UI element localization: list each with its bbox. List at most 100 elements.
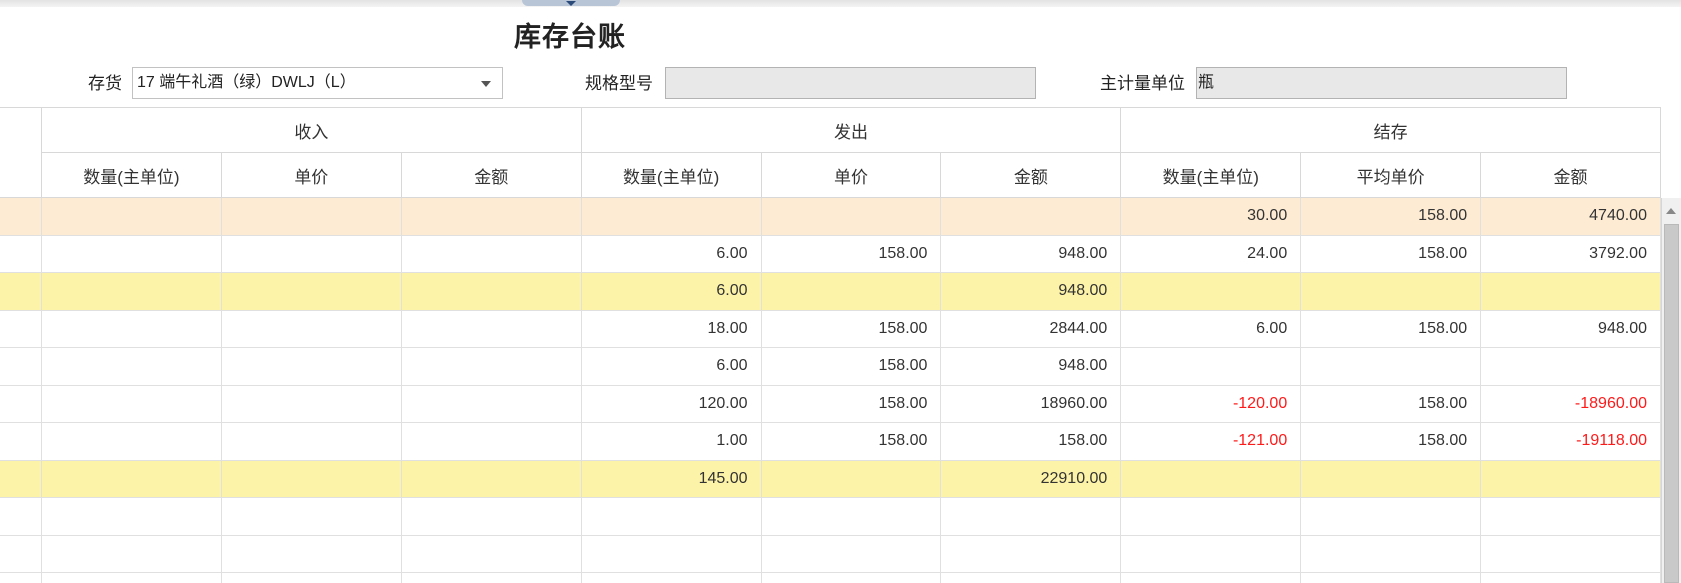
receipt-price-cell	[221, 423, 402, 461]
row-lead-cell	[0, 310, 42, 348]
issue-price-cell: 158.00	[761, 310, 942, 348]
balance-avg-price-cell: 158.00	[1301, 235, 1482, 273]
issue-price-cell	[761, 198, 942, 236]
receipt-qty-cell	[42, 310, 222, 348]
column-header-receipt-amount: 金额	[401, 153, 582, 198]
receipt-qty-cell	[42, 535, 222, 573]
receipt-amount-cell	[401, 310, 582, 348]
page-title: 库存台账	[514, 22, 626, 52]
issue-amount-cell: 22910.00	[941, 460, 1122, 498]
row-lead-cell	[0, 273, 42, 311]
balance-qty-cell	[1121, 460, 1302, 498]
table-row[interactable]	[0, 498, 1661, 536]
balance-qty-cell: 24.00	[1121, 235, 1302, 273]
issue-amount-cell	[941, 535, 1122, 573]
table-row[interactable]: 145.00 22910.00	[0, 460, 1661, 498]
table-row[interactable]: 6.00 948.00	[0, 273, 1661, 311]
balance-qty-cell: -121.00	[1121, 423, 1302, 461]
issue-price-cell: 158.00	[761, 235, 942, 273]
balance-amount-cell: 3792.00	[1481, 235, 1661, 273]
balance-avg-price-cell	[1301, 573, 1482, 583]
table-row[interactable]: 18.00 158.00 2844.00 6.00 158.00 948.00	[0, 310, 1661, 348]
receipt-amount-cell	[401, 273, 582, 311]
balance-qty-cell	[1121, 273, 1302, 311]
issue-price-cell	[761, 535, 942, 573]
row-lead-cell	[0, 573, 42, 583]
receipt-qty-cell	[42, 498, 222, 536]
balance-amount-cell: 4740.00	[1481, 198, 1661, 236]
receipt-price-cell	[221, 460, 402, 498]
balance-qty-cell	[1121, 535, 1302, 573]
table-row[interactable]	[0, 573, 1661, 583]
receipt-amount-cell	[401, 198, 582, 236]
table-row[interactable]: 6.00 158.00 948.00	[0, 348, 1661, 386]
receipt-price-cell	[222, 573, 402, 583]
issue-amount-cell	[941, 498, 1122, 536]
receipt-amount-cell	[401, 423, 582, 461]
column-header-receipt-price: 单价	[221, 153, 402, 198]
issue-amount-cell: 948.00	[941, 273, 1122, 311]
row-lead-cell	[0, 385, 42, 423]
header-lead-cell	[0, 108, 42, 198]
issue-qty-cell: 18.00	[581, 310, 762, 348]
issue-amount-cell: 158.00	[941, 423, 1122, 461]
column-header-balance-qty: 数量(主单位)	[1121, 153, 1302, 198]
triangle-up-icon[interactable]	[1666, 208, 1676, 214]
issue-qty-cell: 6.00	[581, 273, 762, 311]
balance-amount-cell: -18960.00	[1481, 385, 1661, 423]
receipt-amount-cell	[401, 385, 582, 423]
scrollbar-thumb[interactable]	[1664, 224, 1679, 583]
issue-amount-cell: 18960.00	[941, 385, 1122, 423]
inventory-select[interactable]: 17 端午礼酒（绿）DWLJ（L）	[132, 67, 503, 99]
receipt-price-cell	[221, 273, 402, 311]
issue-price-cell: 158.00	[761, 385, 942, 423]
vertical-scrollbar[interactable]	[1661, 198, 1681, 583]
issue-price-cell	[762, 573, 942, 583]
receipt-price-cell	[221, 198, 402, 236]
row-lead-cell	[0, 535, 42, 573]
table-row[interactable]: 30.00 158.00 4740.00	[0, 198, 1661, 236]
issue-amount-cell: 2844.00	[941, 310, 1122, 348]
balance-amount-cell	[1481, 348, 1661, 386]
collapse-handle[interactable]	[522, 0, 620, 6]
issue-price-cell	[761, 273, 942, 311]
inventory-label: 存货	[88, 74, 122, 93]
issue-qty-cell: 145.00	[581, 460, 762, 498]
receipt-price-cell	[221, 535, 402, 573]
balance-amount-cell: -19118.00	[1481, 423, 1661, 461]
balance-qty-cell	[1121, 573, 1302, 583]
column-header-issue-qty: 数量(主单位)	[581, 153, 762, 198]
balance-avg-price-cell	[1301, 460, 1482, 498]
issue-amount-cell: 948.00	[941, 235, 1122, 273]
row-lead-cell	[0, 198, 42, 236]
column-header-issue-amount: 金额	[941, 153, 1122, 198]
receipt-qty-cell	[42, 385, 222, 423]
balance-avg-price-cell: 158.00	[1301, 385, 1482, 423]
balance-amount-cell	[1481, 535, 1661, 573]
receipt-qty-cell	[42, 423, 222, 461]
receipt-amount-cell	[402, 573, 582, 583]
row-lead-cell	[0, 423, 42, 461]
table-row[interactable]	[0, 535, 1661, 573]
balance-avg-price-cell: 158.00	[1301, 310, 1482, 348]
receipt-amount-cell	[401, 498, 582, 536]
receipt-amount-cell	[401, 460, 582, 498]
table-row[interactable]: 6.00 158.00 948.00 24.00 158.00 3792.00	[0, 235, 1661, 273]
balance-qty-cell	[1121, 498, 1302, 536]
receipt-qty-cell	[42, 573, 222, 583]
issue-qty-cell	[581, 498, 762, 536]
table-row[interactable]: 120.00 158.00 18960.00 -120.00 158.00 -18960.…	[0, 385, 1661, 423]
balance-amount-cell	[1481, 273, 1661, 311]
receipt-amount-cell	[401, 348, 582, 386]
balance-avg-price-cell	[1301, 535, 1482, 573]
spec-field	[665, 67, 1036, 99]
row-lead-cell	[0, 235, 42, 273]
receipt-qty-cell	[42, 273, 222, 311]
table-row[interactable]: 1.00 158.00 158.00 -121.00 158.00 -19118.00	[0, 423, 1661, 461]
chevron-down-icon[interactable]	[481, 81, 491, 87]
balance-qty-cell	[1121, 348, 1302, 386]
issue-qty-cell: 120.00	[581, 385, 762, 423]
receipt-price-cell	[221, 235, 402, 273]
balance-amount-cell: 948.00	[1481, 310, 1661, 348]
issue-price-cell	[761, 498, 942, 536]
